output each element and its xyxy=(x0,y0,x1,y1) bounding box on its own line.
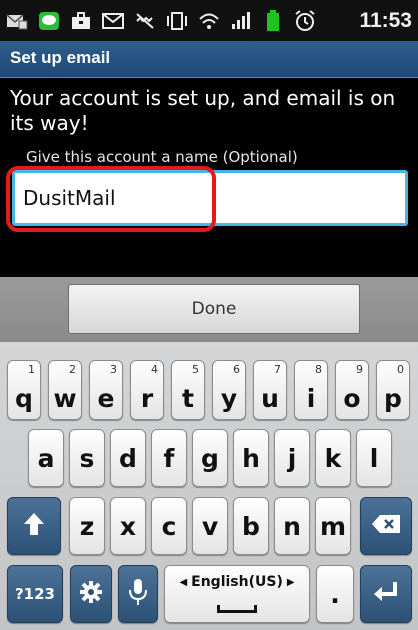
key-x[interactable]: x xyxy=(110,497,146,555)
account-name-label: Give this account a name (Optional) xyxy=(26,148,298,166)
key-u[interactable]: 7u xyxy=(253,360,287,420)
key-n[interactable]: n xyxy=(274,497,310,555)
key-t[interactable]: 5t xyxy=(171,360,205,420)
key-l[interactable]: l xyxy=(356,429,392,487)
key-v[interactable]: v xyxy=(192,497,228,555)
signal-icon xyxy=(230,11,252,31)
mail-icon xyxy=(102,11,124,31)
key-h[interactable]: h xyxy=(233,429,269,487)
status-bar: 11:53 xyxy=(0,0,418,41)
alarm-icon xyxy=(294,10,316,31)
key-j[interactable]: j xyxy=(274,429,310,487)
key-a[interactable]: a xyxy=(28,429,64,487)
page-title: Set up email xyxy=(10,48,111,67)
key-d[interactable]: d xyxy=(110,429,146,487)
status-time: 11:53 xyxy=(359,9,412,32)
battery-icon xyxy=(262,10,284,31)
key-r[interactable]: 4r xyxy=(130,360,164,420)
key-q[interactable]: 1q xyxy=(7,360,41,420)
key-w[interactable]: 2w xyxy=(48,360,82,420)
account-name-input[interactable] xyxy=(12,170,408,226)
briefcase-icon xyxy=(70,11,92,31)
key-s[interactable]: s xyxy=(69,429,105,487)
backspace-key[interactable] xyxy=(360,497,412,555)
enter-arrow-icon xyxy=(373,581,399,607)
wifi-icon xyxy=(198,11,220,31)
title-bar: Set up email xyxy=(0,41,418,78)
voice-input-key[interactable] xyxy=(118,565,158,623)
key-o[interactable]: 9o xyxy=(335,360,369,420)
space-icon xyxy=(217,605,257,613)
key-i[interactable]: 8i xyxy=(294,360,328,420)
microphone-icon xyxy=(128,578,148,610)
language-left-arrow-icon: ◀ xyxy=(179,576,188,588)
nfc-icon xyxy=(166,11,188,31)
line-app-icon xyxy=(38,11,60,31)
key-g[interactable]: g xyxy=(192,429,228,487)
email-icon xyxy=(6,11,28,31)
key-f[interactable]: f xyxy=(151,429,187,487)
key-k[interactable]: k xyxy=(315,429,351,487)
shift-arrow-icon xyxy=(23,512,45,540)
settings-key[interactable] xyxy=(70,565,112,623)
setup-complete-message: Your account is set up, and email is on … xyxy=(10,86,396,135)
key-m[interactable]: m xyxy=(315,497,351,555)
vibrate-icon xyxy=(134,11,156,31)
notification-icons xyxy=(6,8,316,34)
key-e[interactable]: 3e xyxy=(89,360,123,420)
period-key[interactable]: . xyxy=(316,565,354,623)
language-label: English(US) xyxy=(191,574,283,590)
space-bar[interactable]: ◀ English(US) ▶ xyxy=(164,565,310,623)
key-y[interactable]: 6y xyxy=(212,360,246,420)
symbols-key[interactable]: ?123 xyxy=(7,565,63,623)
language-right-arrow-icon: ▶ xyxy=(286,576,295,588)
key-p[interactable]: 0p xyxy=(376,360,410,420)
soft-keyboard: 1q 2w 3e 4r 5t 6y 7u 8i 9o 0p a s d f g … xyxy=(0,342,418,630)
gear-icon xyxy=(79,580,103,608)
done-button[interactable]: Done xyxy=(68,284,360,334)
key-b[interactable]: b xyxy=(233,497,269,555)
key-c[interactable]: c xyxy=(151,497,187,555)
enter-key[interactable] xyxy=(360,565,412,623)
key-z[interactable]: z xyxy=(69,497,105,555)
shift-key[interactable] xyxy=(7,497,61,555)
backspace-icon xyxy=(371,514,401,538)
